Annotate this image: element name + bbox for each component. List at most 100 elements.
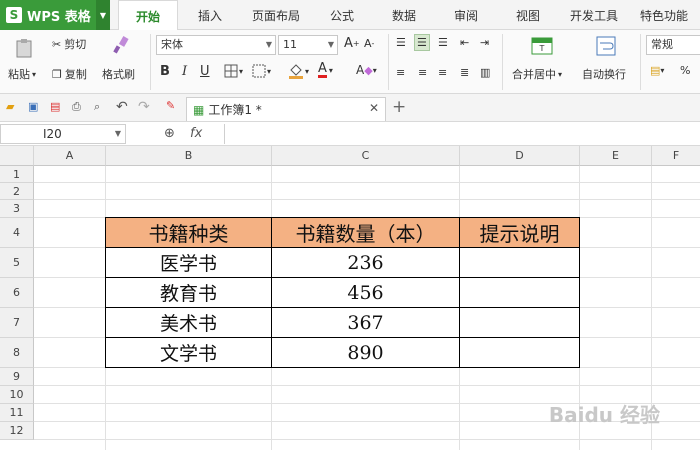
table-cell[interactable]: 美术书: [106, 308, 271, 337]
print-icon[interactable]: ⎙: [72, 100, 81, 114]
tab-review[interactable]: 审阅: [446, 0, 486, 30]
table-cell[interactable]: 医学书: [106, 248, 271, 277]
tab-home[interactable]: 开始: [118, 0, 178, 31]
row-header[interactable]: 3: [0, 200, 34, 218]
align-middle-icon[interactable]: ☰: [414, 34, 430, 51]
table-header-cell[interactable]: 提示说明: [460, 218, 579, 247]
font-color-icon[interactable]: A ▾: [318, 62, 333, 78]
document-tab[interactable]: ▦ 工作簿1 * ✕: [186, 97, 386, 121]
cell-style-icon[interactable]: ▾: [252, 64, 271, 78]
table-cell[interactable]: 367: [272, 308, 459, 337]
table-cell[interactable]: [460, 338, 579, 367]
export-pdf-icon[interactable]: ▤: [50, 100, 60, 113]
formula-input[interactable]: [224, 124, 700, 144]
wrap-text-button[interactable]: 自动换行: [582, 66, 626, 82]
paste-button[interactable]: 粘贴 ▾: [8, 66, 36, 82]
tab-page-layout[interactable]: 页面布局: [246, 0, 306, 30]
tab-view[interactable]: 视图: [508, 0, 548, 30]
redo-icon[interactable]: ↷: [138, 99, 150, 115]
row-header[interactable]: 11: [0, 404, 34, 422]
increase-indent-icon[interactable]: ⇥: [480, 36, 489, 49]
font-name-value: 宋体: [161, 38, 183, 51]
table-cell[interactable]: 236: [272, 248, 459, 277]
table-border: [105, 307, 580, 308]
app-name: WPS 表格: [27, 9, 91, 25]
zoom-icon[interactable]: ⊕: [164, 126, 175, 141]
undo-icon[interactable]: ↶: [116, 99, 128, 115]
clear-format-icon[interactable]: A ◆ ▾: [356, 63, 377, 77]
align-center-icon[interactable]: ≡: [418, 66, 427, 79]
row-header[interactable]: 12: [0, 422, 34, 440]
column-header[interactable]: D: [460, 146, 580, 166]
select-all-corner[interactable]: [0, 146, 34, 166]
merge-center-button[interactable]: 合并居中 ▾: [512, 66, 562, 82]
name-box[interactable]: I20 ▼: [0, 124, 126, 144]
save-icon[interactable]: ▣: [28, 100, 38, 113]
align-left-icon[interactable]: ≡: [396, 66, 405, 79]
row-header[interactable]: 8: [0, 338, 34, 368]
merge-center-icon[interactable]: T: [530, 34, 554, 58]
copy-button[interactable]: ❐ 复制: [52, 66, 87, 82]
font-name-select[interactable]: 宋体 ▼: [156, 35, 276, 55]
column-header[interactable]: F: [652, 146, 700, 166]
close-icon[interactable]: ✕: [369, 101, 379, 115]
spreadsheet-grid: A B C D E F 1 2 3 4 5 6 7 8 9 10 11 12 书…: [0, 146, 700, 450]
row-header[interactable]: 6: [0, 278, 34, 308]
table-cell[interactable]: 教育书: [106, 278, 271, 307]
column-header[interactable]: C: [272, 146, 460, 166]
paste-icon[interactable]: [10, 36, 40, 60]
format-painter-button[interactable]: 格式刷: [102, 66, 135, 82]
table-cell[interactable]: [460, 248, 579, 277]
justify-icon[interactable]: ≣: [460, 66, 469, 79]
table-cell[interactable]: [460, 278, 579, 307]
decrease-indent-icon[interactable]: ⇤: [460, 36, 469, 49]
fill-color-icon[interactable]: ▾: [288, 62, 309, 80]
align-top-icon[interactable]: ☰: [396, 36, 406, 49]
row-header[interactable]: 7: [0, 308, 34, 338]
row-header[interactable]: 9: [0, 368, 34, 386]
wrap-text-icon[interactable]: [594, 34, 618, 58]
align-right-icon[interactable]: ≡: [438, 66, 447, 79]
row-header[interactable]: 2: [0, 183, 34, 200]
table-cell[interactable]: 456: [272, 278, 459, 307]
italic-button[interactable]: I: [182, 64, 187, 79]
increase-font-icon[interactable]: A +: [344, 36, 360, 51]
bold-button[interactable]: B: [160, 64, 170, 79]
tab-developer[interactable]: 开发工具: [566, 0, 622, 30]
underline-button[interactable]: U: [200, 64, 210, 79]
tab-formulas[interactable]: 公式: [322, 0, 362, 30]
app-menu-button[interactable]: S WPS 表格 ▼: [0, 0, 110, 30]
distribute-icon[interactable]: ▥: [480, 66, 490, 79]
cell-reference: I20: [43, 127, 62, 141]
tab-insert[interactable]: 插入: [190, 0, 230, 30]
table-header-cell[interactable]: 书籍数量（本）: [272, 218, 459, 247]
insert-function-button[interactable]: fx: [190, 126, 202, 141]
font-size-select[interactable]: 11 ▼: [278, 35, 338, 55]
column-header[interactable]: B: [106, 146, 272, 166]
new-tab-plus-icon[interactable]: +: [392, 97, 406, 117]
open-folder-icon[interactable]: ▰: [6, 100, 14, 113]
brush-icon[interactable]: [104, 34, 138, 56]
table-cell[interactable]: [460, 308, 579, 337]
border-icon[interactable]: ▾: [224, 64, 243, 78]
decrease-font-icon[interactable]: A-: [364, 37, 374, 50]
table-header-cell[interactable]: 书籍种类: [106, 218, 271, 247]
column-header[interactable]: E: [580, 146, 652, 166]
percent-button[interactable]: %: [680, 64, 690, 77]
print-preview-icon[interactable]: ⌕: [94, 100, 100, 114]
pin-icon[interactable]: ✎: [166, 99, 175, 112]
row-header[interactable]: 4: [0, 218, 34, 248]
tab-special[interactable]: 特色功能: [636, 0, 692, 30]
currency-icon[interactable]: ▤ ▾: [650, 64, 664, 77]
row-header[interactable]: 10: [0, 386, 34, 404]
align-bottom-icon[interactable]: ☰: [438, 36, 448, 49]
row-header[interactable]: 1: [0, 166, 34, 183]
cut-button[interactable]: ✂ 剪切: [52, 36, 86, 52]
chevron-down-icon[interactable]: ▼: [96, 0, 110, 30]
tab-data[interactable]: 数据: [384, 0, 424, 30]
column-header[interactable]: A: [34, 146, 106, 166]
table-cell[interactable]: 890: [272, 338, 459, 367]
table-cell[interactable]: 文学书: [106, 338, 271, 367]
number-format-select[interactable]: 常规: [646, 35, 700, 55]
row-header[interactable]: 5: [0, 248, 34, 278]
